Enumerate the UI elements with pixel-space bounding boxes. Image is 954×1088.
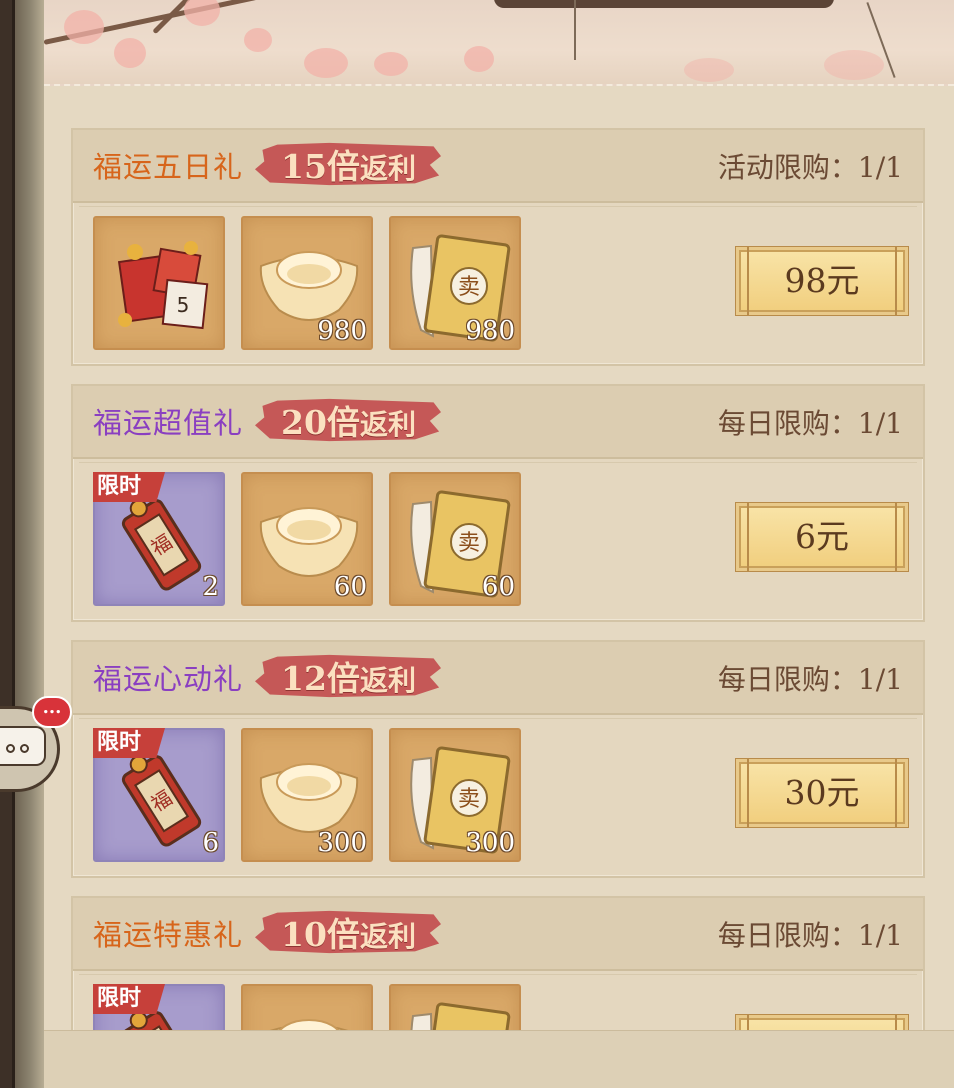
svg-text:5: 5 — [177, 293, 190, 317]
reward-item-slot[interactable]: 卖 — [389, 984, 521, 1030]
gift-pack-header: 福运超值礼 20倍返利 每日限购：1/1 — [73, 386, 923, 463]
svg-text:卖: 卖 — [458, 787, 480, 812]
rebate-multiplier: 10倍返利 — [281, 908, 416, 956]
gift-pack-title: 福运特惠礼 — [93, 918, 244, 952]
gift-pack-card: 福运特惠礼 10倍返利 每日限购：1/1 福限时 卖 — [71, 896, 925, 1030]
svg-text:卖: 卖 — [458, 531, 480, 556]
gift-pack-panel: 福运五日礼 15倍返利 活动限购：1/1 5 980 卖 980 98元 福运超值礼 20倍返利每… — [44, 86, 954, 1088]
rebate-multiplier: 20倍返利 — [281, 396, 416, 444]
buy-price-button[interactable]: 6元 — [739, 502, 905, 572]
reward-item-slot[interactable]: 福限时 2 — [93, 472, 225, 606]
gift-pack-card: 福运五日礼 15倍返利 活动限购：1/1 5 980 卖 980 98元 — [71, 128, 925, 366]
item-count: 980 — [465, 316, 515, 346]
item-count: 60 — [481, 572, 515, 602]
svg-text:卖: 卖 — [458, 275, 480, 300]
limited-time-tag: 限时 — [93, 984, 165, 1014]
reward-item-slot[interactable]: 卖 60 — [389, 472, 521, 606]
item-count: 6 — [202, 828, 219, 858]
reward-item-slot[interactable]: 980 — [241, 216, 373, 350]
reward-item-slot[interactable]: 卖 980 — [389, 216, 521, 350]
left-scenery-edge — [0, 0, 44, 1088]
purchase-limit: 每日限购：1/1 — [717, 663, 903, 696]
rebate-label: 返利 — [359, 408, 416, 441]
buy-price-button[interactable]: 30元 — [739, 758, 905, 828]
reward-item-slot[interactable] — [241, 984, 373, 1030]
reward-item-slot[interactable]: 5 — [93, 216, 225, 350]
top-banner — [44, 0, 954, 86]
purchase-limit: 每日限购：1/1 — [717, 407, 903, 440]
buy-price-button[interactable] — [739, 1014, 905, 1030]
item-count: 300 — [317, 828, 367, 858]
limited-time-tag: 限时 — [93, 472, 165, 502]
gift-pack-header: 福运特惠礼 10倍返利 每日限购：1/1 — [73, 898, 923, 975]
gift-pack-title: 福运超值礼 — [93, 406, 244, 440]
panel-footer — [44, 1030, 954, 1088]
gift-pack-list[interactable]: 福运五日礼 15倍返利 活动限购：1/1 5 980 卖 980 98元 福运超值礼 20倍返利每… — [44, 86, 954, 1030]
chat-bubble-icon[interactable] — [0, 726, 46, 766]
gift-pack-header: 福运五日礼 15倍返利 活动限购：1/1 — [73, 130, 923, 207]
buy-price-button[interactable]: 98元 — [739, 246, 905, 316]
rebate-multiplier-value: 10倍 — [281, 915, 360, 954]
item-count: 2 — [202, 572, 219, 602]
rebate-label: 返利 — [359, 920, 416, 953]
purchase-limit: 活动限购：1/1 — [717, 151, 903, 184]
rebate-multiplier: 15倍返利 — [281, 140, 416, 188]
item-count: 60 — [333, 572, 367, 602]
rebate-multiplier: 12倍返利 — [281, 652, 416, 700]
limited-time-tag: 限时 — [93, 728, 165, 758]
item-count: 300 — [465, 828, 515, 858]
rebate-multiplier-value: 15倍 — [281, 147, 360, 186]
reward-item-slot[interactable]: 福限时 — [93, 984, 225, 1030]
reward-item-slot[interactable]: 福限时 6 — [93, 728, 225, 862]
rebate-label: 返利 — [359, 664, 416, 697]
reward-item-slot[interactable]: 卖 300 — [389, 728, 521, 862]
reward-item-slot[interactable]: 60 — [241, 472, 373, 606]
gift-pack-title: 福运五日礼 — [93, 150, 244, 184]
rebate-multiplier-value: 12倍 — [281, 659, 360, 698]
purchase-limit: 每日限购：1/1 — [717, 919, 903, 952]
item-count: 980 — [317, 316, 367, 346]
chat-notification-badge[interactable]: ... — [32, 696, 72, 728]
gift-pack-card: 福运超值礼 20倍返利 每日限购：1/1 福限时 2 60 卖 60 6元 — [71, 384, 925, 622]
rebate-multiplier-value: 20倍 — [281, 403, 360, 442]
gift-pack-title: 福运心动礼 — [93, 662, 244, 696]
banner-plaque — [494, 0, 834, 8]
reward-item-slot[interactable]: 300 — [241, 728, 373, 862]
gift-pack-card: 福运心动礼 12倍返利 每日限购：1/1 福限时 6 300 卖 300 30元 — [71, 640, 925, 878]
rebate-label: 返利 — [359, 152, 416, 185]
gift-pack-header: 福运心动礼 12倍返利 每日限购：1/1 — [73, 642, 923, 719]
